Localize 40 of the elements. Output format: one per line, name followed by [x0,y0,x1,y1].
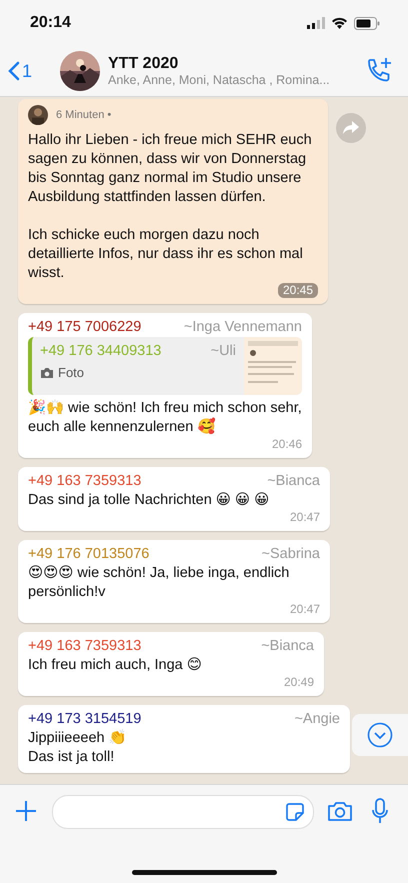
back-button[interactable]: 1 [8,60,60,82]
sender-name: ~Angie [294,711,340,727]
sender-name: ~Uli [210,343,236,359]
status-time: 20:14 [30,14,71,32]
forward-icon [343,121,359,135]
message-text: 😍😍😍 wie schön! Ja, liebe inga, endlich persönlich!v [28,564,290,602]
message-time: 20:49 [284,675,314,690]
message-text: 🎉🙌 wie schön! Ich freu mich schon sehr, euch alle kennenzulernen 🥰 [28,399,302,437]
sender-number: +49 173 3154519 [28,711,142,727]
sender-name: ~Bianca [267,473,320,489]
chat-title[interactable]: YTT 2020 [108,55,364,73]
sticker-icon[interactable] [285,802,305,822]
back-icon [8,61,20,81]
sender-name: ~Sabrina [262,546,320,562]
message-field[interactable] [52,795,314,829]
message-time: 20:47 [290,602,320,617]
post-time: 6 Minuten • [56,109,112,121]
message-text: Das sind ja tolle Nachrichten 😀 😀 😀 [28,491,270,510]
signal-icon [307,17,325,29]
sender-number: +49 175 7006229 [28,319,142,335]
attachment-label: Foto [58,365,84,380]
sender-number: +49 176 70135076 [28,546,150,562]
battery-icon [354,16,380,30]
message-time: 20:46 [272,437,302,452]
message-text: Ich freu mich auch, Inga 😊 [28,656,202,675]
scroll-down-button[interactable] [352,714,408,756]
sender-name: ~Inga Vennemann [184,319,302,335]
camera-icon [40,366,54,378]
sender-name: ~Bianca [261,638,314,654]
message-time: 20:45 [278,283,318,298]
chevron-down-icon [367,722,393,748]
message-text: Jippiiieeeeh 👏 Das ist ja toll! [28,729,127,767]
wifi-icon [331,17,348,29]
message-text: Hallo ihr Lieben - ich freue mich SEHR euch sagen zu können, dass wir von Donnerstag bis Sonntag ganz normal im Studio unsere Ausbildung stattfinden lassen dürfen. Ich schicke euch morgen dazu noch detaillierte Infos, nur dass ihr es schon mal wisst. [28,131,313,283]
sender-number: +49 176 34409313 [40,343,162,359]
quoted-message[interactable]: +49 176 34409313 ~Uli Foto [28,337,302,395]
message-time: 20:47 [290,510,320,525]
member-list: Anke, Anne, Moni, Natascha , Romina... [108,73,364,87]
sender-number: +49 163 7359313 [28,638,142,654]
sender-number: +49 163 7359313 [28,473,142,489]
